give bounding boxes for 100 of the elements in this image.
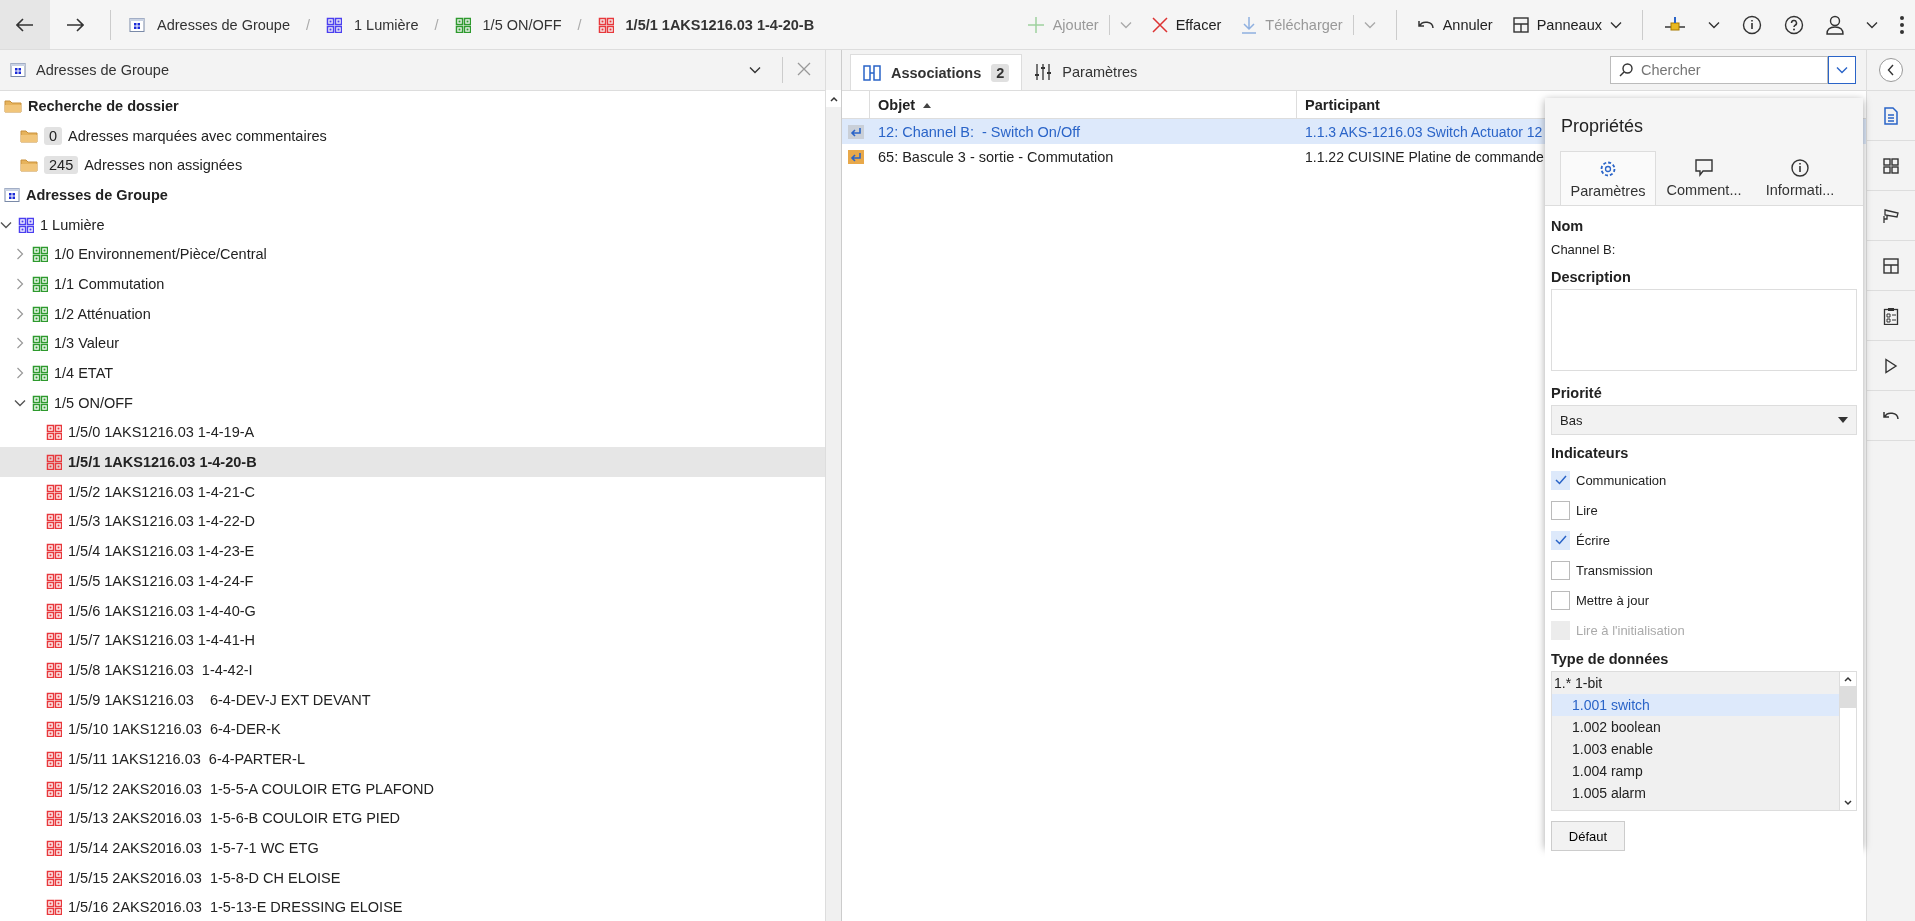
list-item[interactable]: 1.003 enable (1552, 738, 1839, 760)
chevron-down-icon (0, 220, 12, 229)
scrollbar-thumb[interactable] (1840, 686, 1856, 708)
tree-item[interactable]: 1/5/13 2AKS2016.03 1-5-6-B COULOIR ETG PIED (0, 803, 825, 834)
list-item[interactable]: 1.* 1-bit (1552, 672, 1839, 694)
tree-item[interactable]: 1/4 ETAT (0, 358, 825, 388)
tab[interactable]: Paramètres (1022, 54, 1150, 90)
field-label: Type de données (1551, 651, 1670, 667)
tree-item[interactable]: Recherche de dossier (0, 91, 825, 121)
collapse-button[interactable] (1879, 58, 1903, 82)
tree-item[interactable]: 1/5 ON/OFF (0, 387, 825, 418)
breadcrumb[interactable]: 1/5/1 1AKS1216.03 1-4-20-B (589, 16, 823, 33)
checkbox[interactable] (1551, 590, 1570, 610)
tree-item[interactable]: 1/5/12 2AKS2016.03 1-5-5-A COULOIR ETG PLAFOND (0, 773, 825, 804)
scrollbar[interactable] (1839, 672, 1856, 810)
chevron-right-icon[interactable] (16, 277, 24, 290)
column-header[interactable]: Objet (870, 91, 1297, 118)
tab[interactable]: Paramètres (1560, 151, 1656, 205)
group-grid-icon (46, 869, 62, 886)
list-item[interactable]: 1.005 alarm (1552, 782, 1839, 804)
chevron-right-icon[interactable] (16, 367, 24, 380)
breadcrumb-separator: / (433, 16, 440, 33)
tree-item[interactable]: 1 Lumière (0, 209, 825, 240)
tree-item[interactable]: 1/5/5 1AKS1216.03 1-4-24-F (0, 566, 825, 596)
group-grid-icon (32, 305, 48, 322)
folder-icon (20, 127, 38, 144)
datatype-list[interactable]: 1.* 1-bit 1.001 switch 1.002 boolean 1.003 enable 1.004 ramp 1.005 alarm (1551, 671, 1857, 811)
description-field[interactable] (1551, 289, 1857, 371)
group-grid-icon (32, 246, 48, 263)
tree-item[interactable]: 1/5/11 1AKS1216.03 6-4-PARTER-L (0, 744, 825, 774)
group-grid-icon (46, 632, 62, 649)
panels-icon (1512, 16, 1529, 33)
group-grid-icon (18, 216, 34, 233)
table-cell-text: 1.1.3 AKS-1216.03 Switch Actuator 12 (1304, 123, 1544, 140)
speech-bubble-icon (1694, 158, 1714, 178)
priority-select[interactable]: Bas (1551, 405, 1857, 435)
object-link-icon (847, 123, 865, 140)
group-grid-icon (46, 840, 62, 857)
chevron-right-icon[interactable] (16, 337, 24, 350)
scrollbar[interactable] (825, 50, 842, 921)
group-grid-icon (46, 513, 62, 530)
tree-item[interactable]: 1/5/8 1AKS1216.03 1-4-42-I (0, 655, 825, 685)
tree-item[interactable]: 0 Adresses marquées avec commentaires (0, 120, 825, 151)
tree-item[interactable]: 1/5/6 1AKS1216.03 1-4-40-G (0, 595, 825, 626)
tree-item[interactable]: 1/5/1 1AKS1216.03 1-4-20-B (0, 447, 825, 477)
caret-icon (1838, 417, 1848, 423)
document-icon (1883, 106, 1899, 125)
tree-item[interactable]: 1/5/7 1AKS1216.03 1-4-41-H (0, 625, 825, 656)
list-item[interactable]: 1.004 ramp (1552, 760, 1839, 782)
list-item[interactable]: 1.001 switch (1552, 694, 1839, 716)
breadcrumb[interactable]: 1 Lumière (318, 16, 427, 33)
default-button[interactable]: Défaut (1551, 821, 1625, 851)
tree-item[interactable]: 1/5/15 2AKS2016.03 1-5-8-D CH ELOISE (0, 862, 825, 893)
name-value: Channel B: (1551, 242, 1617, 257)
tree-item[interactable]: 1/0 Environnement/Pièce/Central (0, 239, 825, 270)
tree-item[interactable]: 1/5/0 1AKS1216.03 1-4-19-A (0, 417, 825, 448)
checkbox[interactable] (1551, 500, 1570, 520)
scroll-up-icon[interactable] (829, 95, 838, 102)
tree-item[interactable]: 1/5/2 1AKS1216.03 1-4-21-C (0, 476, 825, 507)
column-header[interactable]: Participant (1297, 91, 1547, 118)
back-button[interactable] (0, 0, 50, 49)
panels-button[interactable]: Panneaux (1502, 6, 1632, 43)
breadcrumb[interactable]: Adresses de Groupe (121, 16, 298, 33)
tree-item[interactable]: 1/5/3 1AKS1216.03 1-4-22-D (0, 506, 825, 537)
tab[interactable]: Associations 2 (850, 54, 1023, 90)
tree-item[interactable]: 1/5/4 1AKS1216.03 1-4-23-E (0, 536, 825, 566)
list-item[interactable]: 1.002 boolean (1552, 716, 1839, 738)
group-grid-icon (32, 394, 48, 411)
breadcrumb[interactable]: 1/5 ON/OFF (446, 16, 570, 33)
undo-button[interactable]: Annuler (1406, 6, 1503, 43)
tree-item[interactable]: 1/3 Valeur (0, 328, 825, 359)
group-grid-icon (46, 602, 62, 619)
group-grid-icon (326, 16, 343, 33)
tree-item[interactable]: 1/5/9 1AKS1216.03 6-4-DEV-J EXT DEVANT (0, 684, 825, 715)
layout-icon (1883, 257, 1899, 274)
checkmark-icon (1554, 475, 1567, 485)
group-grid-icon (46, 454, 62, 471)
group-grid-icon (32, 275, 48, 292)
tree-item[interactable]: 245 Adresses non assignées (0, 150, 825, 181)
breadcrumb-separator: / (576, 16, 583, 33)
checkbox-label: Lire (1576, 502, 1598, 518)
tree-item[interactable]: Adresses de Groupe (0, 180, 825, 210)
search-dropdown-button[interactable] (1828, 56, 1856, 84)
checkbox[interactable] (1551, 560, 1570, 580)
tree-item[interactable]: 1/5/10 1AKS1216.03 6-4-DER-K (0, 714, 825, 745)
tree-item[interactable]: 1/2 Atténuation (0, 298, 825, 329)
chevron-right-icon[interactable] (16, 307, 24, 320)
connector-icon (1664, 15, 1686, 34)
help-icon (1784, 14, 1804, 35)
field-label: Nom (1551, 218, 1585, 234)
search-field[interactable]: Chercher (1610, 56, 1828, 84)
checkbox-label: Lire à l'initialisation (1576, 622, 1685, 638)
tree-item[interactable]: 1/5/16 2AKS2016.03 1-5-13-E DRESSING ELOISE (0, 892, 825, 921)
object-link-icon (847, 148, 865, 165)
checkbox-label: Mettre à jour (1576, 592, 1649, 608)
tree-item[interactable]: 1/1 Commutation (0, 269, 825, 299)
info-icon (1790, 158, 1810, 178)
delete-button[interactable]: Effacer (1141, 6, 1232, 43)
tree-item[interactable]: 1/5/14 2AKS2016.03 1-5-7-1 WC ETG (0, 833, 825, 863)
chevron-right-icon[interactable] (16, 248, 24, 261)
